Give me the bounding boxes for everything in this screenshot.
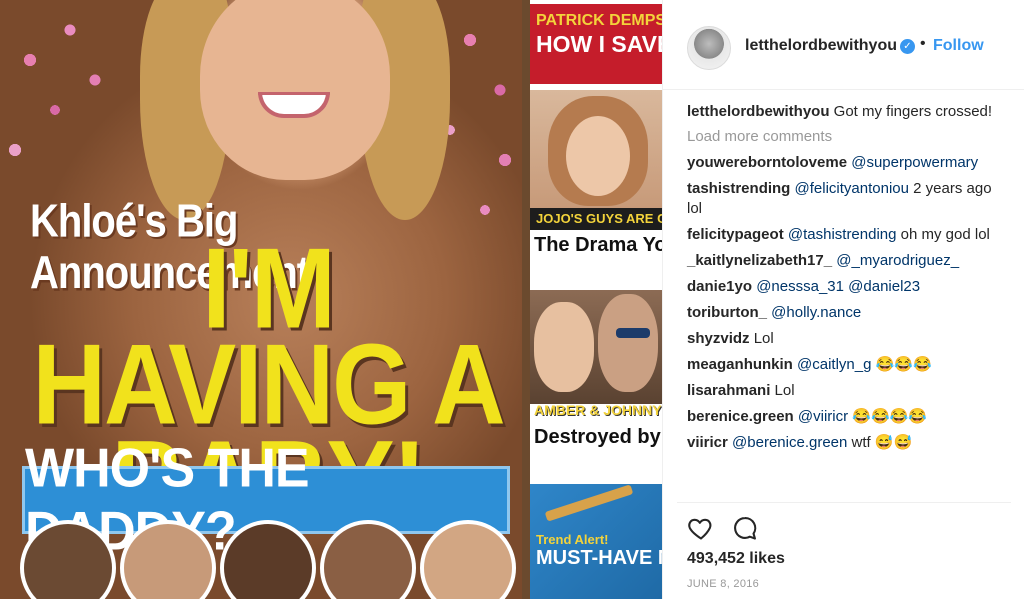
cover-face-2 — [120, 520, 216, 599]
follow-button[interactable]: Follow — [933, 37, 984, 55]
comment-mention[interactable]: @felicityantoniou — [795, 180, 909, 197]
magazine-cover: Khloé's Big Announcement I'M HAVING A BA… — [0, 0, 522, 599]
header-username[interactable]: letthelordbewithyou — [745, 37, 897, 55]
sunglasses-icon — [616, 328, 650, 338]
comment-username[interactable]: danie1yo — [687, 278, 752, 295]
comment-username[interactable]: felicitypageot — [687, 226, 784, 243]
cover-face-5 — [420, 520, 516, 599]
comment-mention[interactable]: @caitlyn_g — [797, 356, 871, 373]
cover-box-johnny-photo — [598, 294, 658, 392]
cover-box-jojo-photo — [548, 96, 648, 206]
cover-faces-row — [10, 520, 522, 599]
heart-icon[interactable] — [687, 514, 715, 542]
cover-box-trend: Trend Alert! MUST-HAVE METALLIC — [530, 484, 662, 599]
caption-text: Got my fingers crossed! — [829, 103, 993, 120]
comment-bubble-icon[interactable] — [731, 514, 759, 542]
comment-text: Lol — [749, 330, 774, 347]
post-header: letthelordbewithyou ✓ • Follow — [663, 0, 1024, 90]
cover-box-trend-tag: Trend Alert! — [536, 532, 609, 547]
comment-mention[interactable]: @berenice.green — [732, 434, 847, 451]
cover-box-dempsey-name: PATRICK DEMPSEY — [536, 12, 662, 29]
comment-item: viiricr @berenice.green wtf 😅😅 — [687, 433, 1007, 453]
cover-box-dempsey-title: HOW I SAVED MY MARRIAGE — [536, 31, 662, 57]
comment-item: _kaitlynelizabeth17_ @_myarodriguez_ — [687, 251, 1007, 271]
caption-username[interactable]: letthelordbewithyou — [687, 103, 830, 120]
comment-item: shyzvidz Lol — [687, 329, 1007, 349]
comment-text: Lol — [770, 382, 795, 399]
comment-mention[interactable]: @superpowermary — [851, 154, 978, 171]
comment-mention[interactable]: @_myarodriguez_ — [836, 252, 959, 269]
comment-username[interactable]: viiricr — [687, 434, 728, 451]
cover-face-4 — [320, 520, 416, 599]
comment-item: meaganhunkin @caitlyn_g 😂😂😂 — [687, 355, 1007, 375]
cover-sidebar: PATRICK DEMPSEY HOW I SAVED MY MARRIAGE … — [530, 0, 662, 599]
cover-face-1 — [20, 520, 116, 599]
comment-item: toriburton_ @holly.nance — [687, 303, 1007, 323]
comment-text: oh my god lol — [896, 226, 990, 243]
comment-mention[interactable]: @holly.nance — [771, 304, 861, 321]
comment-text: 😂😂😂😂 — [848, 408, 927, 425]
cover-box-trend-title: MUST-HAVE METALLIC — [536, 547, 662, 569]
cover-box-amber-johnny-title: Destroyed by Greed & Drugs — [534, 426, 662, 448]
cover-box-amber-johnny: AMBER & JOHNNY Destroyed by Greed & Drug… — [530, 290, 662, 480]
load-more-comments-button[interactable]: Load more comments — [687, 128, 1007, 145]
comment-item: tashistrending @felicityantoniou 2 years… — [687, 179, 1007, 219]
avatar[interactable] — [687, 26, 731, 70]
comment-mention[interactable]: @tashistrending — [788, 226, 897, 243]
cover-box-amber-johnny-tag: AMBER & JOHNNY — [534, 402, 662, 418]
comment-item: lisarahmani Lol — [687, 381, 1007, 401]
comment-mention[interactable]: @nesssa_31 @daniel23 — [756, 278, 920, 295]
comment-username[interactable]: berenice.green — [687, 408, 794, 425]
cover-face-3 — [220, 520, 316, 599]
comment-item: berenice.green @viiricr 😂😂😂😂 — [687, 407, 1007, 427]
comment-item: danie1yo @nesssa_31 @daniel23 — [687, 277, 1007, 297]
comment-username[interactable]: meaganhunkin — [687, 356, 793, 373]
cover-box-dempsey: PATRICK DEMPSEY HOW I SAVED MY MARRIAGE — [530, 4, 662, 84]
cover-face — [200, 0, 390, 180]
comment-item: youwereborntoloveme @superpowermary — [687, 153, 1007, 173]
makeup-pencil-icon — [544, 484, 634, 522]
comment-username[interactable]: youwereborntoloveme — [687, 154, 847, 171]
verified-badge-icon: ✓ — [900, 39, 915, 54]
post-panel: letthelordbewithyou ✓ • Follow letthelor… — [662, 0, 1024, 599]
comment-item: felicitypageot @tashistrending oh my god… — [687, 225, 1007, 245]
comment-text: 😂😂😂 — [871, 356, 932, 373]
comment-username[interactable]: _kaitlynelizabeth17_ — [687, 252, 832, 269]
likes-count[interactable]: 493,452 likes — [687, 550, 785, 568]
actions-divider — [677, 502, 1011, 503]
cover-box-jojo-title: The Drama You Won't See on TV — [534, 234, 662, 256]
comment-text: wtf 😅😅 — [847, 434, 913, 451]
cover-box-jojo-tag: JOJO'S GUYS ARE CRAZ — [530, 208, 662, 230]
comments-list: letthelordbewithyou Got my fingers cross… — [687, 102, 1007, 459]
post-date[interactable]: JUNE 8, 2016 — [687, 578, 759, 590]
comment-username[interactable]: toriburton_ — [687, 304, 767, 321]
cover-box-amber-photo — [534, 302, 594, 392]
comment-mention[interactable]: @viiricr — [798, 408, 848, 425]
comment-username[interactable]: lisarahmani — [687, 382, 770, 399]
caption: letthelordbewithyou Got my fingers cross… — [687, 102, 1007, 122]
comment-username[interactable]: tashistrending — [687, 180, 790, 197]
header-separator: • — [920, 35, 926, 52]
post-image[interactable]: Khloé's Big Announcement I'M HAVING A BA… — [0, 0, 662, 599]
comment-username[interactable]: shyzvidz — [687, 330, 750, 347]
cover-box-jojo: JOJO'S GUYS ARE CRAZ The Drama You Won't… — [530, 90, 662, 288]
